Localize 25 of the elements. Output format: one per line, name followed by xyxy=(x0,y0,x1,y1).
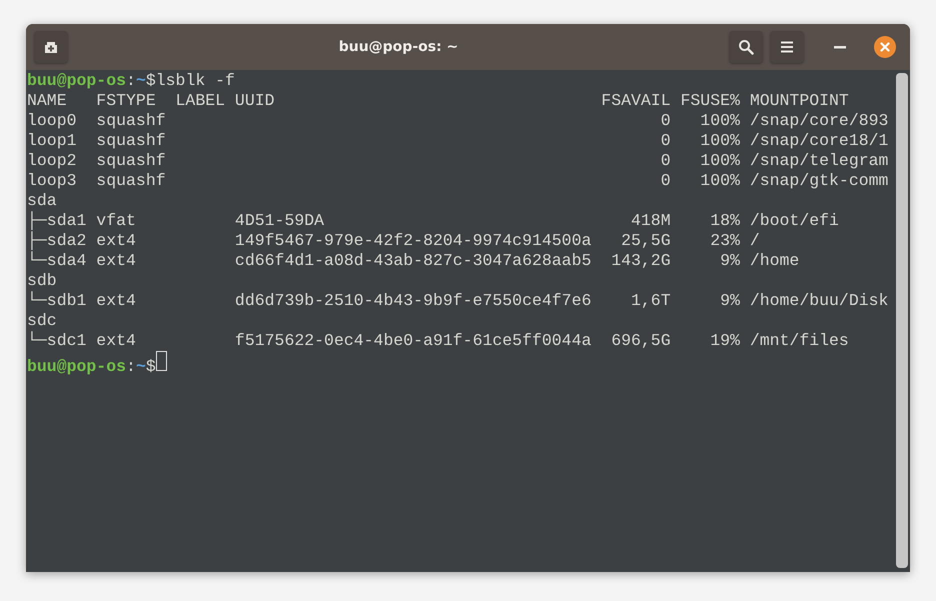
output-line: loop1 squashf 0 100% /snap/core18/1 xyxy=(27,131,888,151)
output-line: ├─sda2 ext4 149f5467-979e-42f2-8204-9974c914500a 25,5G 23% / xyxy=(27,231,760,251)
close-button[interactable] xyxy=(874,36,896,58)
new-tab-button[interactable] xyxy=(34,31,68,63)
prompt-line: buu@pop-os:~$lsblk -f xyxy=(27,71,235,91)
output-line: └─sda4 ext4 cd66f4d1-a08d-43ab-827c-3047a628aab5 143,2G 9% /home xyxy=(27,251,800,271)
output-line: sda xyxy=(27,191,57,211)
scrollbar-thumb[interactable] xyxy=(896,73,908,568)
menu-icon xyxy=(780,41,794,53)
new-tab-icon xyxy=(43,39,59,55)
output-line: ├─sda1 vfat 4D51-59DA 418M 18% /boot/efi xyxy=(27,211,839,231)
output-line: loop3 squashf 0 100% /snap/gtk-comm xyxy=(27,171,888,191)
output-line: └─sdb1 ext4 dd6d739b-2510-4b43-9b9f-e7550ce4f7e6 1,6T 9% /home/buu/Disk xyxy=(27,291,888,311)
search-button[interactable] xyxy=(729,31,763,63)
output-line: sdc xyxy=(27,311,57,331)
output-line: loop2 squashf 0 100% /snap/telegram xyxy=(27,151,888,171)
search-icon xyxy=(738,39,754,55)
minimize-icon xyxy=(834,46,846,48)
close-icon xyxy=(880,42,890,52)
menu-button[interactable] xyxy=(770,31,804,63)
output-line: └─sdc1 ext4 f5175622-0ec4-4be0-a91f-61ce5ff0044a 696,5G 19% /mnt/files xyxy=(27,331,849,351)
output-line: sdb xyxy=(27,271,57,291)
window-title: buu@pop-os: ~ xyxy=(338,39,460,55)
output-line: NAME FSTYPE LABEL UUID FSAVAIL FSUSE% MOUNTPOINT xyxy=(27,91,849,111)
output-line: loop0 squashf 0 100% /snap/core/893 xyxy=(27,111,888,131)
